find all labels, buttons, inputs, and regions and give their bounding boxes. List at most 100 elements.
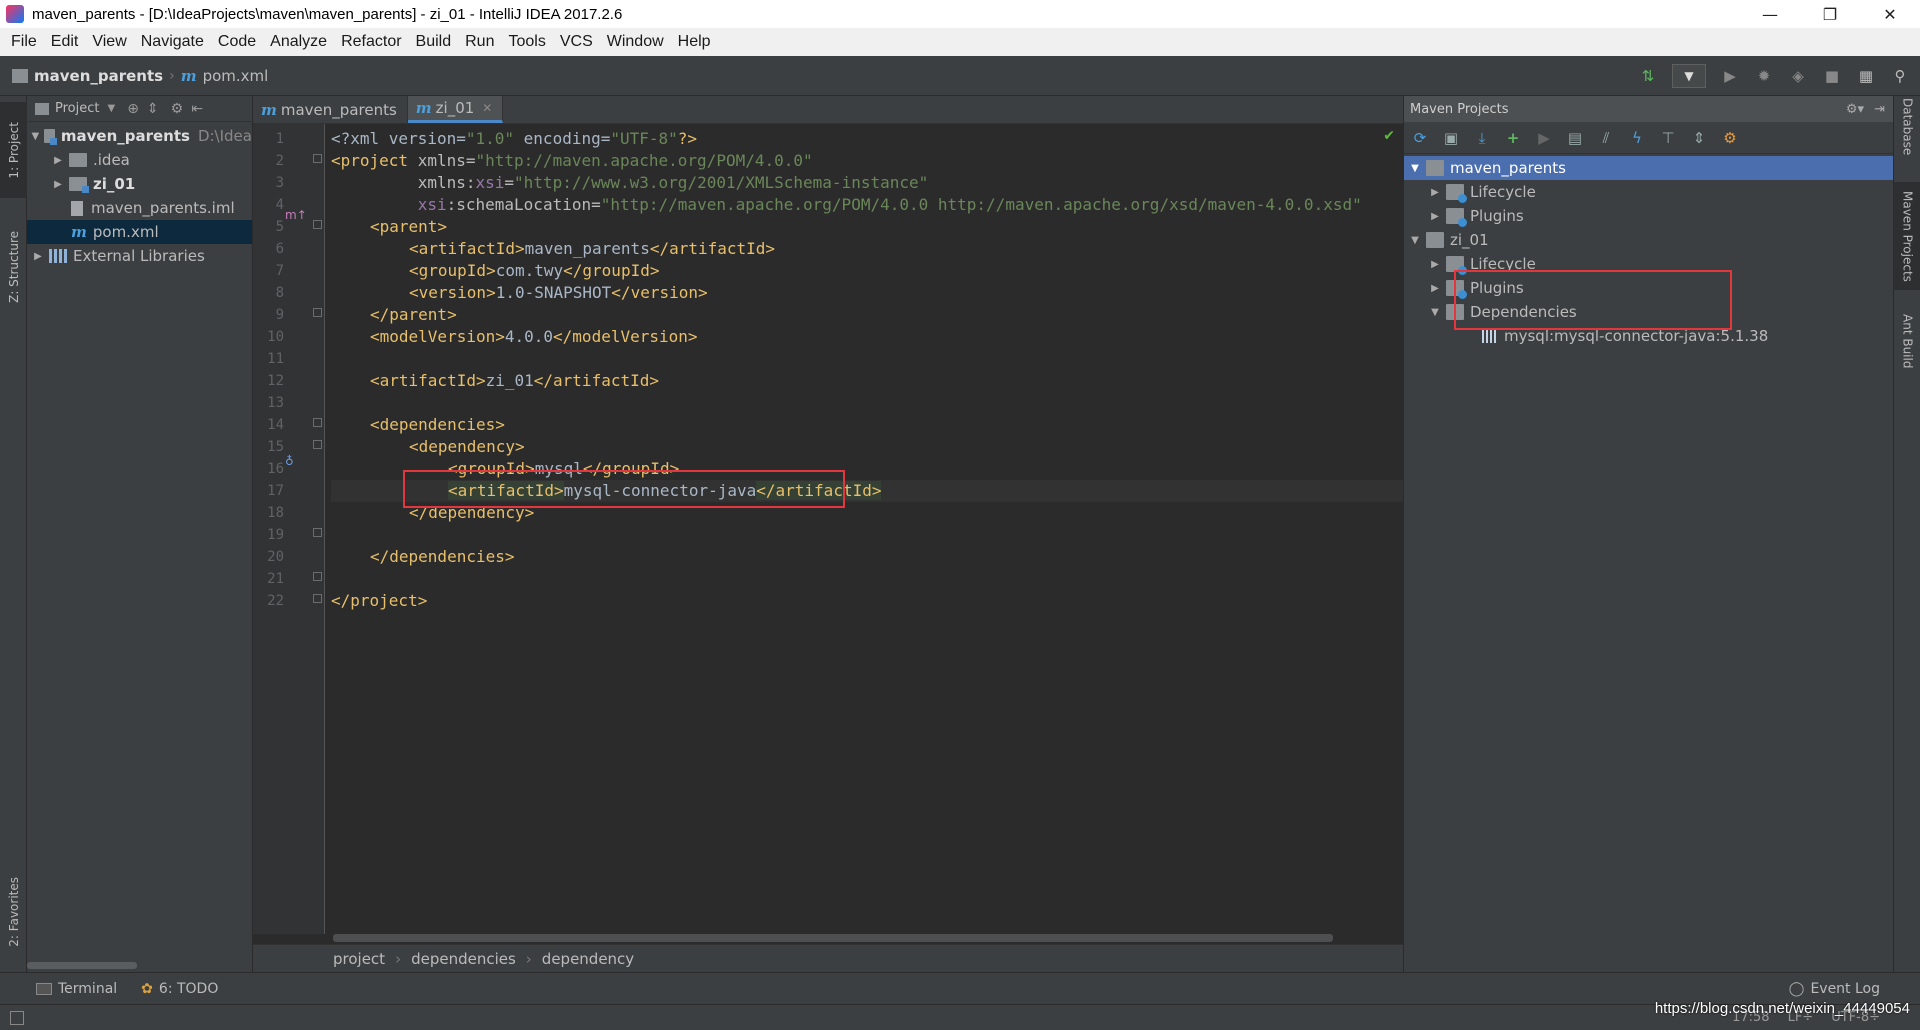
chevron-down-icon[interactable]: ▼ bbox=[107, 103, 115, 114]
minimize-button[interactable]: — bbox=[1740, 0, 1800, 28]
gear-icon[interactable]: ⚙ bbox=[171, 101, 184, 117]
tree-item-pom[interactable]: m pom.xml bbox=[27, 220, 252, 244]
code-line-8: <version>1.0-SNAPSHOT</version> bbox=[331, 282, 708, 304]
menu-edit[interactable]: Edit bbox=[44, 33, 86, 51]
breadcrumb-dependencies[interactable]: dependencies bbox=[411, 950, 516, 968]
close-button[interactable]: ✕ bbox=[1860, 0, 1920, 28]
editor-horizontal-scrollbar[interactable] bbox=[333, 934, 1333, 944]
event-log-button[interactable]: ◯ Event Log bbox=[1789, 981, 1880, 997]
maven-tree-maven-parents[interactable]: ▼ maven_parents bbox=[1404, 156, 1893, 180]
maven-tree-zi-01[interactable]: ▼ zi_01 bbox=[1404, 228, 1893, 252]
collapse-arrow-icon[interactable]: ▶ bbox=[1428, 211, 1442, 222]
project-structure-icon[interactable]: ▦ bbox=[1856, 66, 1876, 86]
collapse-arrow-icon[interactable]: ▶ bbox=[1428, 259, 1442, 270]
expand-arrow-icon[interactable]: ▼ bbox=[1408, 235, 1422, 246]
tab-ant-toolwindow[interactable]: Ant Build bbox=[1894, 306, 1920, 376]
dependency-gutter-icon[interactable]: ♁ bbox=[285, 454, 294, 468]
show-dependencies-icon[interactable]: ⊤ bbox=[1658, 128, 1678, 148]
build-sort-icon[interactable]: ⇅ bbox=[1638, 66, 1658, 86]
execute-goal-icon[interactable]: ▤ bbox=[1565, 128, 1585, 148]
terminal-button[interactable]: Terminal bbox=[36, 981, 117, 997]
expand-arrow-icon[interactable]: ▼ bbox=[1428, 307, 1442, 318]
collapse-arrow-icon[interactable]: ▶ bbox=[51, 179, 65, 190]
menu-refactor[interactable]: Refactor bbox=[334, 33, 408, 51]
run-icon[interactable]: ▶ bbox=[1534, 128, 1554, 148]
tab-structure-toolwindow[interactable]: Z: Structure bbox=[0, 212, 27, 322]
project-horizontal-scrollbar[interactable] bbox=[27, 958, 252, 972]
collapse-all-icon[interactable]: ⇕ bbox=[147, 101, 159, 117]
menu-build[interactable]: Build bbox=[409, 33, 459, 51]
tree-item-idea[interactable]: ▶ .idea bbox=[27, 148, 252, 172]
maven-file-icon: m bbox=[71, 223, 87, 241]
tree-item-iml[interactable]: maven_parents.iml bbox=[27, 196, 252, 220]
fold-marker[interactable] bbox=[313, 418, 322, 427]
collapse-all-icon[interactable]: ⇕ bbox=[1689, 128, 1709, 148]
menu-analyze[interactable]: Analyze bbox=[263, 33, 334, 51]
tree-item-maven-parents[interactable]: ▼ maven_parents D:\Idea bbox=[27, 124, 252, 148]
collapse-arrow-icon[interactable]: ▶ bbox=[31, 251, 45, 262]
menu-view[interactable]: View bbox=[85, 33, 133, 51]
expand-arrow-icon[interactable]: ▼ bbox=[1408, 163, 1422, 174]
stop-icon[interactable]: ■ bbox=[1822, 66, 1842, 86]
reimport-icon[interactable]: ⟳ bbox=[1410, 128, 1430, 148]
restore-button[interactable]: ❐ bbox=[1800, 0, 1860, 28]
locate-icon[interactable]: ⊕ bbox=[127, 101, 139, 117]
fold-marker[interactable] bbox=[313, 308, 322, 317]
menu-help[interactable]: Help bbox=[671, 33, 718, 51]
add-icon[interactable]: + bbox=[1503, 128, 1523, 148]
fold-marker[interactable] bbox=[313, 154, 322, 163]
navigate-parent-icon[interactable]: m↑ bbox=[285, 208, 307, 222]
hide-panel-icon[interactable]: ⇤ bbox=[191, 101, 203, 117]
project-view-dropdown[interactable]: Project bbox=[55, 101, 99, 116]
menu-file[interactable]: File bbox=[4, 33, 44, 51]
attr-eq: = bbox=[504, 173, 515, 192]
menu-navigate[interactable]: Navigate bbox=[134, 33, 211, 51]
nav-crumb-project[interactable]: maven_parents bbox=[0, 67, 163, 85]
maven-settings-icon[interactable]: ⚙ bbox=[1720, 128, 1740, 148]
menu-code[interactable]: Code bbox=[211, 33, 263, 51]
fold-marker[interactable] bbox=[313, 594, 322, 603]
menu-vcs[interactable]: VCS bbox=[553, 33, 600, 51]
hide-panel-icon[interactable]: ⇥ bbox=[1874, 102, 1885, 117]
coverage-icon[interactable]: ◈ bbox=[1788, 66, 1808, 86]
run-config-dropdown[interactable]: ▼ bbox=[1672, 63, 1706, 88]
tab-favorites-toolwindow[interactable]: 2: Favorites bbox=[0, 860, 27, 964]
fold-marker[interactable] bbox=[313, 440, 322, 449]
code-area[interactable]: 1 2 3 4 5 6 7 8 9 10 11 12 13 14 15 16 1… bbox=[253, 124, 1403, 934]
tab-maven-toolwindow[interactable]: Maven Projects bbox=[1894, 182, 1920, 290]
todo-button[interactable]: ✿ 6: TODO bbox=[141, 981, 218, 997]
maven-tree-lifecycle[interactable]: ▶ Lifecycle bbox=[1404, 180, 1893, 204]
tab-project-toolwindow[interactable]: 1: Project bbox=[0, 102, 27, 198]
breadcrumb-project[interactable]: project bbox=[333, 950, 385, 968]
tree-item-external-libraries[interactable]: ▶ External Libraries bbox=[27, 244, 252, 268]
lifecycle-icon bbox=[1446, 184, 1467, 203]
run-icon[interactable]: ▶ bbox=[1720, 66, 1740, 86]
close-tab-icon[interactable]: ✕ bbox=[482, 101, 492, 115]
line-number: 6 bbox=[275, 241, 284, 257]
nav-crumb-file[interactable]: m pom.xml bbox=[181, 67, 269, 85]
generate-sources-icon[interactable]: ▣ bbox=[1441, 128, 1461, 148]
fold-marker[interactable] bbox=[313, 220, 322, 229]
fold-marker[interactable] bbox=[313, 528, 322, 537]
gear-icon[interactable]: ⚙▾ bbox=[1846, 102, 1864, 117]
fold-marker[interactable] bbox=[313, 572, 322, 581]
debug-icon[interactable]: ✹ bbox=[1754, 66, 1774, 86]
collapse-arrow-icon[interactable]: ▶ bbox=[1428, 283, 1442, 294]
menu-tools[interactable]: Tools bbox=[501, 33, 552, 51]
breadcrumb-dependency[interactable]: dependency bbox=[542, 950, 634, 968]
expand-arrow-icon[interactable]: ▼ bbox=[31, 131, 40, 142]
skip-tests-icon[interactable]: ϟ bbox=[1627, 128, 1647, 148]
collapse-arrow-icon[interactable]: ▶ bbox=[1428, 187, 1442, 198]
download-icon[interactable]: ⤓ bbox=[1472, 128, 1492, 148]
menu-run[interactable]: Run bbox=[458, 33, 501, 51]
menu-window[interactable]: Window bbox=[600, 33, 671, 51]
toggle-tool-windows-icon[interactable] bbox=[10, 1010, 24, 1025]
collapse-arrow-icon[interactable]: ▶ bbox=[51, 155, 65, 166]
tab-maven-parents-pom[interactable]: m maven_parents bbox=[253, 96, 408, 123]
tab-database-toolwindow[interactable]: Database bbox=[1894, 96, 1920, 158]
tab-zi-01-pom[interactable]: m zi_01 ✕ bbox=[407, 96, 504, 123]
tree-item-zi-01[interactable]: ▶ zi_01 bbox=[27, 172, 252, 196]
search-icon[interactable]: ⚲ bbox=[1890, 66, 1910, 86]
toggle-offline-icon[interactable]: ⫽ bbox=[1596, 128, 1616, 148]
maven-tree-plugins[interactable]: ▶ Plugins bbox=[1404, 204, 1893, 228]
